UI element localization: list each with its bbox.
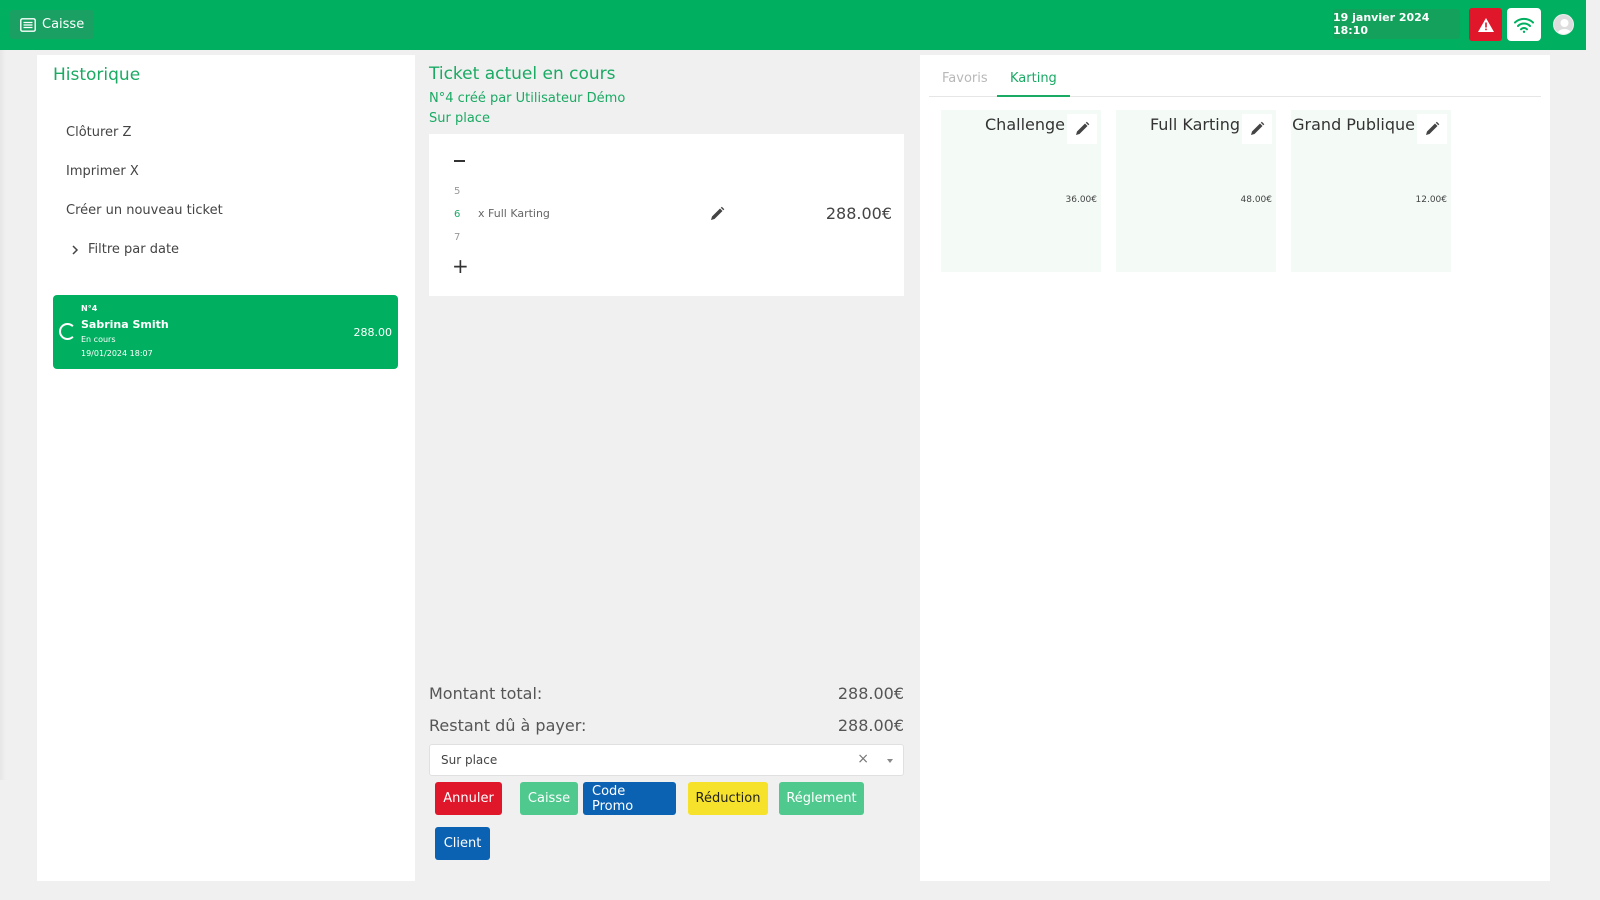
list-icon <box>20 17 36 32</box>
line-item-price: 288.00€ <box>825 204 892 223</box>
cancel-button[interactable]: Annuler <box>435 782 502 815</box>
payment-button[interactable]: Réglement <box>779 782 864 815</box>
catalog-tabs: Favoris Karting <box>929 64 1541 97</box>
datetime-display: 19 janvier 2024 18:10 <box>1333 9 1460 39</box>
edit-product-button[interactable] <box>1067 114 1097 144</box>
ticket-mode: Sur place <box>429 111 490 126</box>
date-filter-toggle[interactable]: Filtre par date <box>71 242 179 257</box>
product-card-grand-publique[interactable]: Grand Publique 12.00€ <box>1291 110 1451 272</box>
app-menu-button[interactable]: Caisse <box>10 10 95 39</box>
increase-quantity-button[interactable]: + <box>452 256 469 276</box>
edit-product-button[interactable] <box>1242 114 1272 144</box>
cash-button[interactable]: Caisse <box>520 782 578 815</box>
print-x-button[interactable]: Imprimer X <box>66 164 139 179</box>
history-title: Historique <box>53 65 141 85</box>
warning-icon <box>1477 17 1494 32</box>
ticket-number: N°4 <box>81 304 98 313</box>
product-price: 48.00€ <box>1240 195 1273 205</box>
product-name: Full Karting <box>1149 115 1240 134</box>
quantity-next[interactable]: 7 <box>454 232 460 243</box>
quantity-prev[interactable]: 5 <box>454 186 460 197</box>
total-value: 288.00€ <box>837 684 904 703</box>
promo-code-button[interactable]: Code Promo <box>583 782 676 815</box>
new-ticket-button[interactable]: Créer un nouveau ticket <box>66 203 223 218</box>
ticket-date: 19/01/2024 18:07 <box>81 349 153 358</box>
history-ticket[interactable]: N°4 Sabrina Smith En cours 19/01/2024 18… <box>53 295 398 369</box>
pencil-icon <box>1076 121 1090 135</box>
pencil-icon <box>1251 121 1265 135</box>
remaining-label: Restant dû à payer: <box>429 716 587 735</box>
discount-button[interactable]: Réduction <box>688 782 768 815</box>
product-price: 12.00€ <box>1415 195 1448 205</box>
decrease-quantity-button[interactable] <box>452 154 466 168</box>
product-name: Challenge <box>985 115 1065 134</box>
top-bar: Caisse 19 janvier 2024 18:10 <box>0 0 1586 50</box>
product-card-challenge[interactable]: Challenge 36.00€ <box>941 110 1101 272</box>
in-progress-icon <box>59 323 76 340</box>
wifi-icon <box>1514 17 1534 33</box>
remaining-value: 288.00€ <box>837 716 904 735</box>
product-card-full-karting[interactable]: Full Karting 48.00€ <box>1116 110 1276 272</box>
pencil-icon[interactable] <box>709 206 725 222</box>
product-price: 36.00€ <box>1065 195 1098 205</box>
total-label: Montant total: <box>429 684 543 703</box>
tab-favoris[interactable]: Favoris <box>929 71 1001 97</box>
line-item-label: x Full Karting <box>478 207 550 220</box>
pencil-icon <box>1426 121 1440 135</box>
caret-down-icon[interactable] <box>887 759 893 763</box>
service-mode-value: Sur place <box>441 753 498 767</box>
ticket-title: Ticket actuel en cours <box>429 64 616 84</box>
clear-icon[interactable]: × <box>857 751 869 767</box>
close-z-button[interactable]: Clôturer Z <box>66 125 131 140</box>
client-button[interactable]: Client <box>435 827 490 860</box>
app-label: Caisse <box>42 17 85 32</box>
service-mode-select[interactable]: Sur place × <box>429 744 904 776</box>
chevron-right-icon <box>72 244 79 255</box>
date-filter-label: Filtre par date <box>88 242 180 257</box>
wifi-button[interactable] <box>1507 8 1541 41</box>
history-panel: Historique Clôturer Z Imprimer X Créer u… <box>37 55 415 881</box>
quantity-current[interactable]: 6 <box>454 209 460 220</box>
alert-button[interactable] <box>1469 8 1502 41</box>
side-scroll-strip <box>0 50 6 780</box>
tab-karting[interactable]: Karting <box>997 71 1070 97</box>
ticket-subtitle: N°4 créé par Utilisateur Démo <box>429 91 626 106</box>
product-name: Grand Publique <box>1292 115 1415 134</box>
ticket-customer: Sabrina Smith <box>81 318 169 331</box>
user-icon <box>1557 19 1572 34</box>
edit-product-button[interactable] <box>1417 114 1447 144</box>
ticket-status: En cours <box>81 335 116 344</box>
user-avatar[interactable] <box>1553 14 1574 35</box>
ticket-line: 5 6 7 + x Full Karting 288.00€ <box>429 134 904 296</box>
ticket-amount: 288.00 <box>353 326 393 339</box>
